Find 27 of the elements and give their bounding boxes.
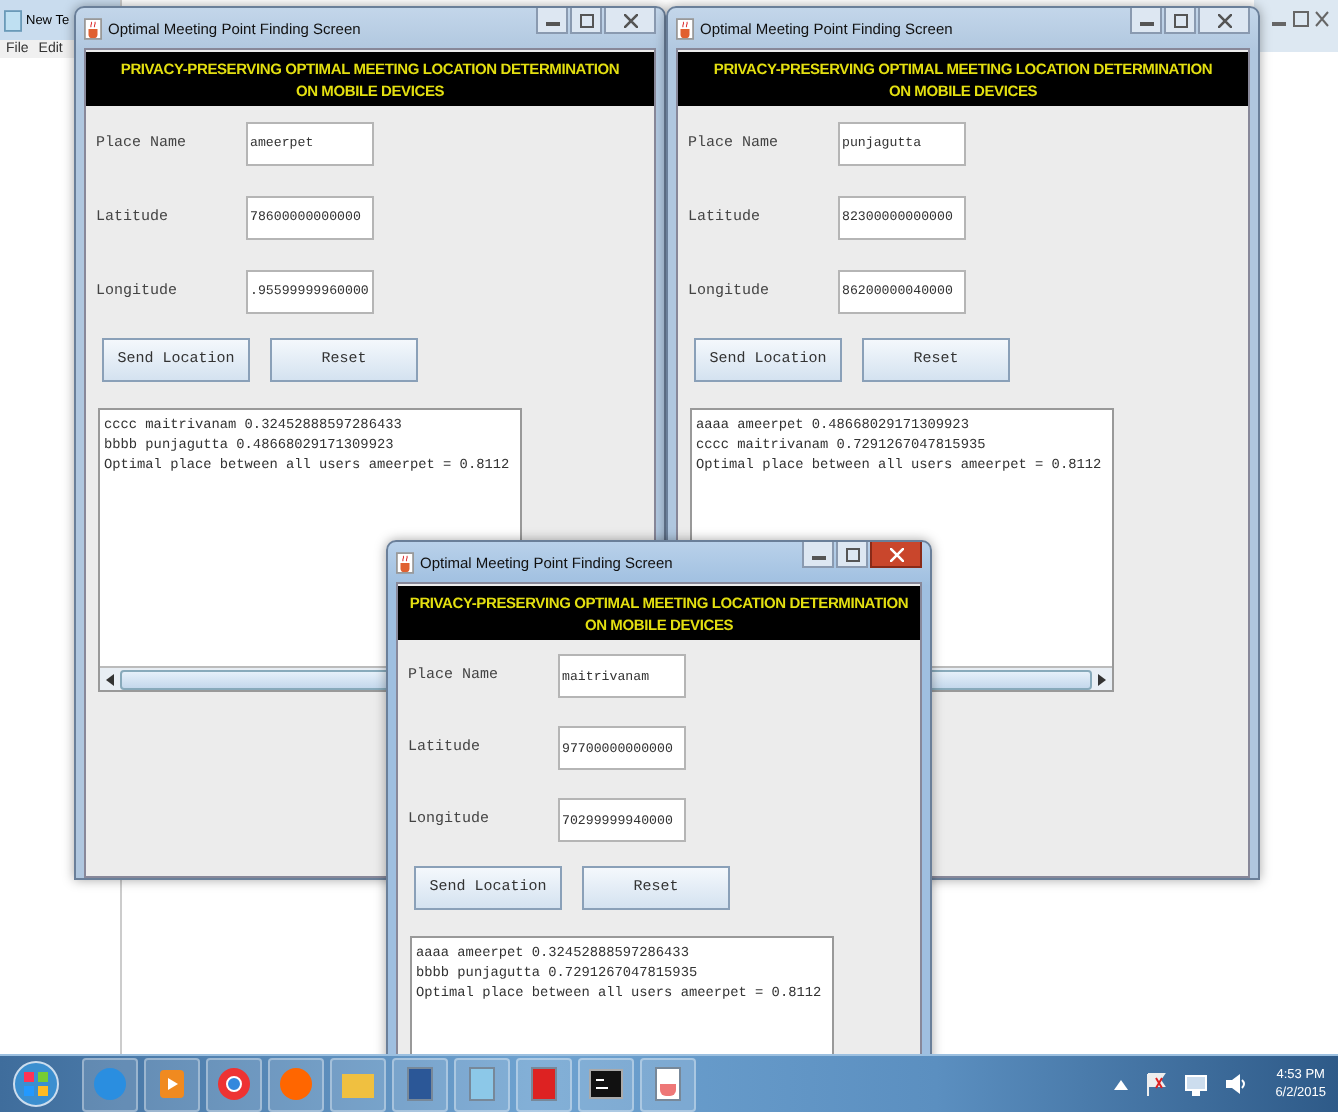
close-icon	[889, 547, 903, 561]
speaker-icon[interactable]	[1223, 1072, 1248, 1096]
maximize-icon	[1173, 13, 1187, 27]
terminal-icon[interactable]	[578, 1057, 634, 1111]
close-button[interactable]	[870, 542, 922, 568]
maximize-icon	[579, 13, 593, 27]
minimize-button[interactable]	[802, 542, 834, 568]
coffee-cup-icon	[396, 551, 414, 573]
coffee-cup-icon[interactable]	[640, 1057, 696, 1111]
coffee-cup-icon	[84, 17, 102, 39]
network-icon[interactable]	[1183, 1072, 1208, 1096]
minimize-button[interactable]	[1130, 8, 1162, 34]
flag-icon[interactable]	[1143, 1072, 1168, 1096]
show-hidden-icons-icon[interactable]	[1113, 1078, 1128, 1090]
document-icon[interactable]	[392, 1057, 448, 1111]
close-icon	[1217, 13, 1231, 27]
close-icon	[623, 13, 637, 27]
close-button[interactable]	[604, 8, 656, 34]
maximize-button[interactable]	[836, 542, 868, 568]
close-button[interactable]	[1198, 8, 1250, 34]
maximize-icon	[845, 547, 859, 561]
minimize-button[interactable]	[536, 8, 568, 34]
maximize-button[interactable]	[570, 8, 602, 34]
maximize-button[interactable]	[1164, 8, 1196, 34]
browser-icon[interactable]	[206, 1057, 262, 1111]
coffee-cup-icon	[676, 17, 694, 39]
start-button[interactable]	[12, 1060, 60, 1108]
